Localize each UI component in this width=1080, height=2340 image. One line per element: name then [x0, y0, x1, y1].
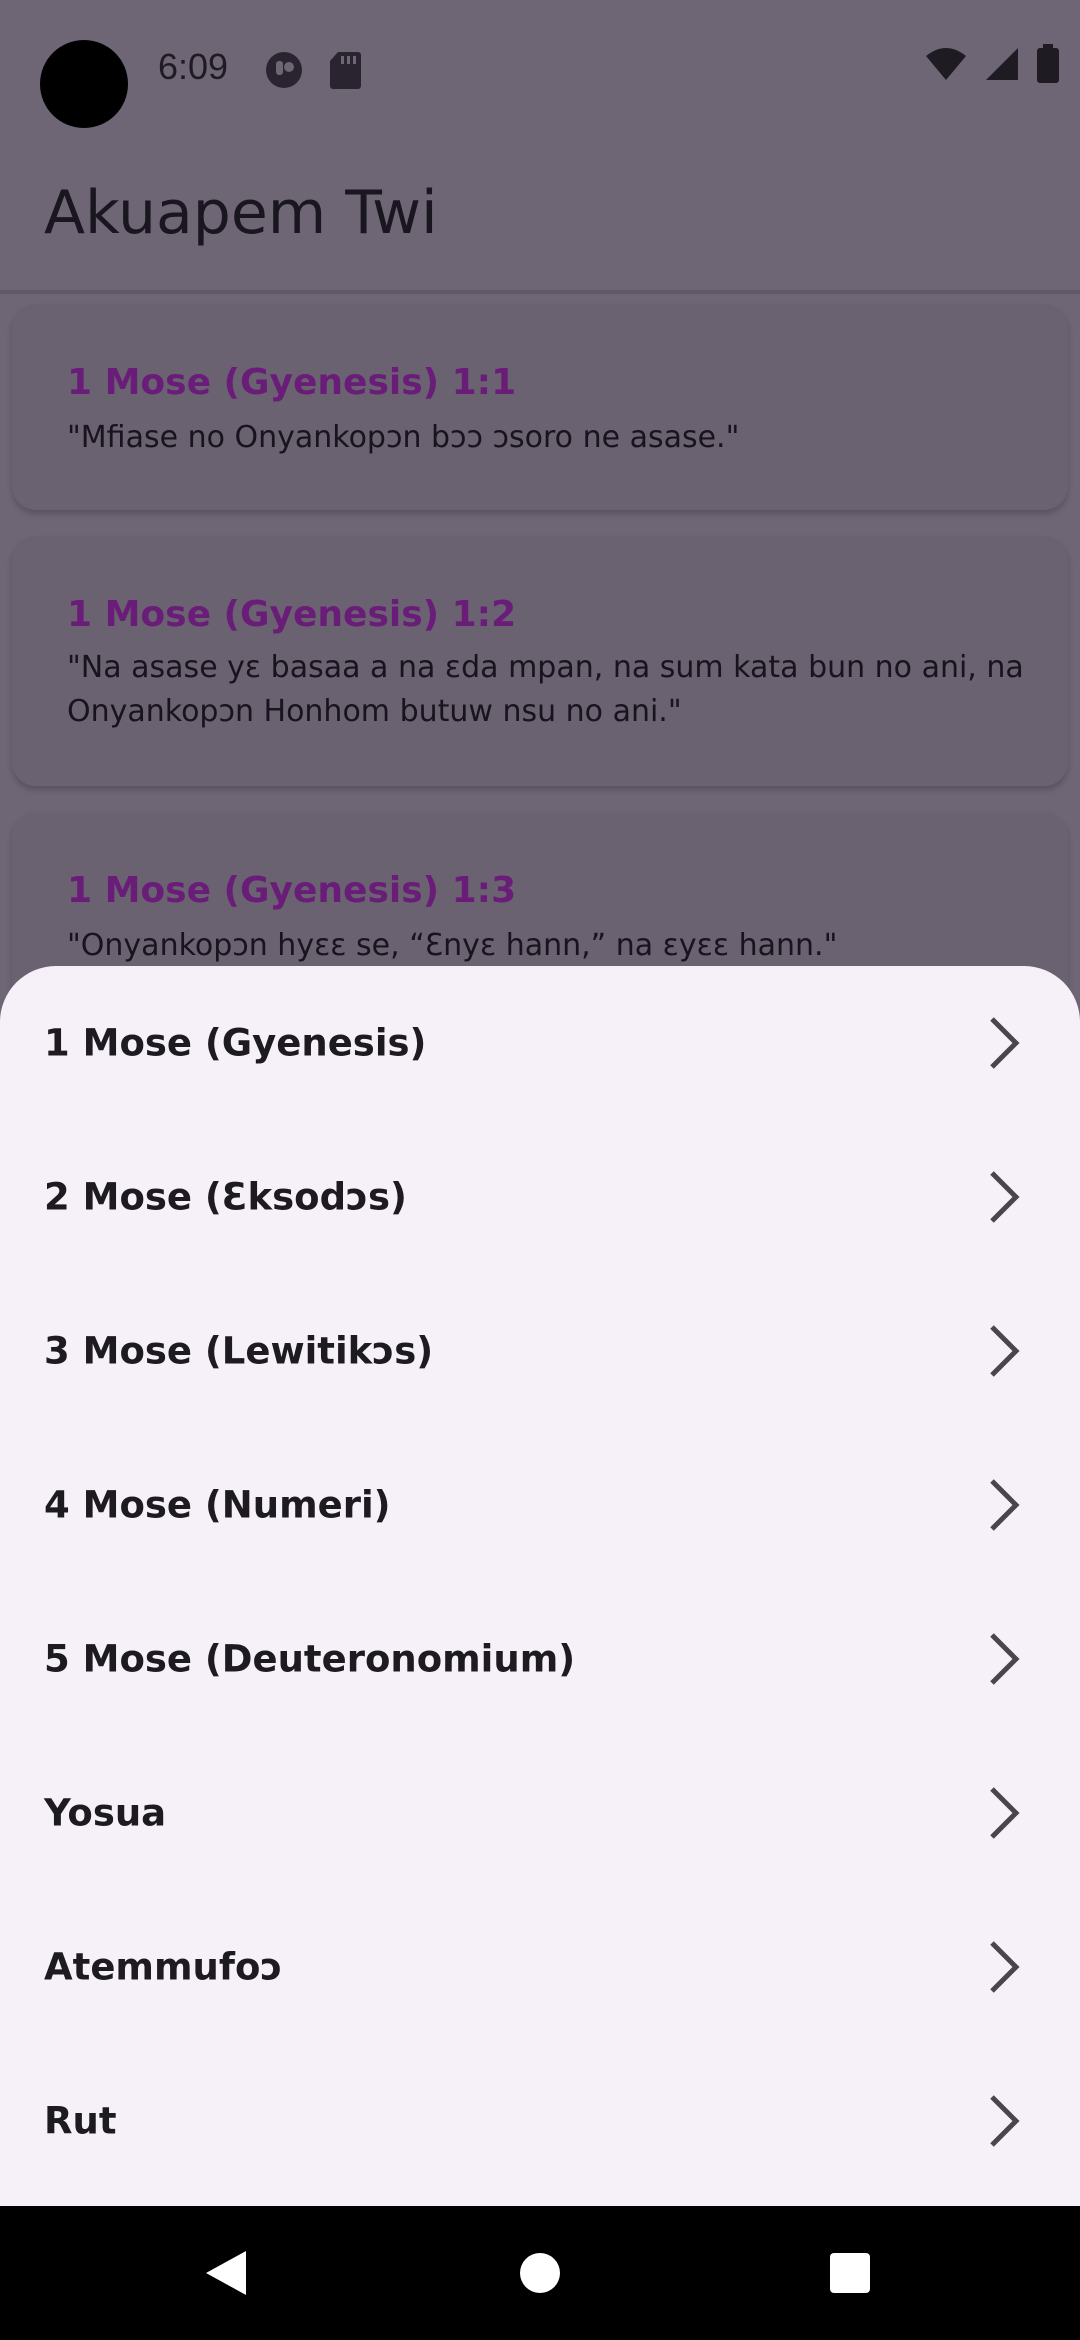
- verse-card[interactable]: 1 Mose (Gyenesis) 1:1 "Mfiase no Onyanko…: [12, 304, 1068, 510]
- sd-card-icon: [328, 50, 362, 95]
- status-icons-right: [924, 44, 1060, 89]
- chevron-right-icon: [990, 1017, 1020, 1069]
- battery-icon: [1036, 44, 1060, 89]
- chevron-right-icon: [990, 1787, 1020, 1839]
- signal-icon: [984, 46, 1020, 87]
- book-label: 3 Mose (Lewitikɔs): [44, 1329, 434, 1373]
- book-item[interactable]: 3 Mose (Lewitikɔs): [0, 1274, 1080, 1428]
- book-label: 1 Mose (Gyenesis): [44, 1021, 427, 1065]
- chevron-right-icon: [990, 1171, 1020, 1223]
- wifi-icon: [924, 46, 968, 87]
- status-bar: 6:09: [0, 0, 1080, 140]
- back-icon: [206, 2251, 246, 2295]
- book-label: 2 Mose (Ɛksodɔs): [44, 1175, 407, 1219]
- book-label: Atemmufoɔ: [44, 1945, 283, 1989]
- book-item[interactable]: Atemmufoɔ: [0, 1890, 1080, 2044]
- home-icon: [520, 2253, 560, 2293]
- verse-card[interactable]: 1 Mose (Gyenesis) 1:2 "Na asase yɛ basaa…: [12, 536, 1068, 786]
- book-selector-sheet: 1 Mose (Gyenesis) 2 Mose (Ɛksodɔs) 3 Mos…: [0, 966, 1080, 2206]
- app-title: Akuapem Twi: [44, 178, 438, 248]
- app-bar: Akuapem Twi: [0, 140, 1080, 290]
- verse-text: "Na asase yɛ basaa a na ɛda mpan, na sum…: [67, 650, 1024, 729]
- chevron-right-icon: [990, 1941, 1020, 1993]
- book-label: Rut: [44, 2099, 117, 2143]
- verse-text: "Onyankopɔn hyɛɛ se, “Ɛnyɛ hann,” na ɛyɛ…: [67, 928, 838, 963]
- recents-button[interactable]: [790, 2206, 910, 2340]
- back-button[interactable]: [166, 2206, 286, 2340]
- verse-text: "Mfiase no Onyankopɔn bɔɔ ɔsoro ne asase…: [67, 420, 740, 455]
- chevron-right-icon: [990, 1325, 1020, 1377]
- book-item[interactable]: Yosua: [0, 1736, 1080, 1890]
- book-item[interactable]: 5 Mose (Deuteronomium): [0, 1582, 1080, 1736]
- status-time: 6:09: [158, 46, 229, 87]
- book-item[interactable]: 2 Mose (Ɛksodɔs): [0, 1120, 1080, 1274]
- book-label: 4 Mose (Numeri): [44, 1483, 391, 1527]
- book-item[interactable]: Rut: [0, 2044, 1080, 2198]
- verse-reference: 1 Mose (Gyenesis) 1:1: [67, 362, 517, 403]
- book-item[interactable]: 1 Mose (Gyenesis): [0, 966, 1080, 1120]
- verse-reference: 1 Mose (Gyenesis) 1:2: [67, 594, 517, 635]
- chevron-right-icon: [990, 2095, 1020, 2147]
- book-label: 5 Mose (Deuteronomium): [44, 1637, 576, 1681]
- book-item[interactable]: 4 Mose (Numeri): [0, 1428, 1080, 1582]
- app-notification-icon: [264, 50, 304, 95]
- chevron-right-icon: [990, 1479, 1020, 1531]
- book-label: Yosua: [44, 1791, 167, 1835]
- chevron-right-icon: [990, 1633, 1020, 1685]
- verse-reference: 1 Mose (Gyenesis) 1:3: [67, 870, 517, 911]
- home-button[interactable]: [480, 2206, 600, 2340]
- recents-icon: [830, 2253, 870, 2293]
- camera-cutout: [40, 40, 128, 128]
- system-nav-bar: [0, 2206, 1080, 2340]
